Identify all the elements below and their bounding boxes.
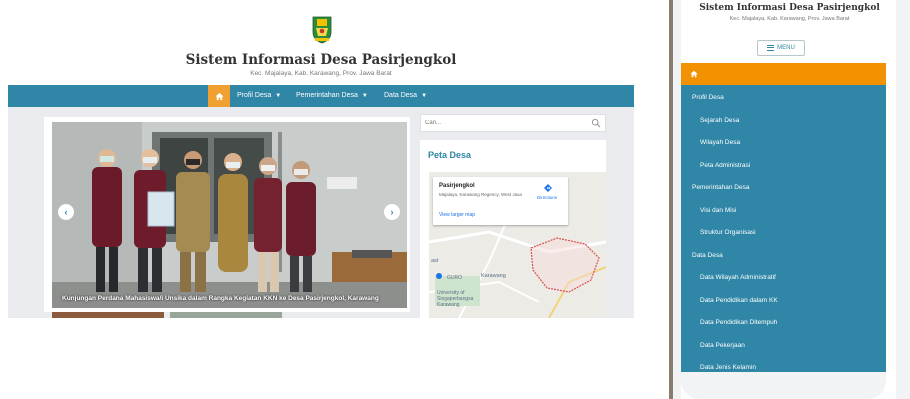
desktop-view: Sistem Informasi Desa Pasirjengkol Kec. … [8, 8, 634, 318]
site-header: Sistem Informasi Desa Pasirjengkol Kec. … [8, 8, 634, 84]
photo-background-edge [669, 0, 673, 399]
embedded-map[interactable]: ast GURO Karawang University of Singaper… [429, 172, 606, 318]
map-directions-link[interactable]: Directions [537, 195, 557, 200]
mobile-nav-home[interactable] [681, 63, 886, 85]
directions-icon[interactable] [543, 183, 553, 193]
chevron-down-icon: ▼ [275, 93, 282, 99]
search-icon[interactable] [591, 118, 601, 128]
nav-item-pemerintahan-desa[interactable]: Pemerintahan Desa ▼ [296, 85, 368, 107]
hamburger-icon [767, 45, 775, 51]
map-label-karawang: Karawang [481, 273, 506, 279]
mobile-menu-section[interactable]: Pemerintahan Desa [681, 177, 886, 199]
home-icon [690, 70, 698, 78]
site-title: Sistem Informasi Desa Pasirjengkol [185, 52, 457, 68]
map-label-guro: GURO [447, 275, 462, 281]
nav-item-profil-desa[interactable]: Profil Desa ▼ [237, 85, 281, 107]
view-larger-map-link[interactable]: View larger map [439, 212, 475, 218]
map-place-card: Pasirjengkol Majalaya, Karawang Regency,… [433, 177, 568, 225]
news-slider: Kunjungan Perdana Mahasiswa/i Unsika dal… [44, 117, 410, 312]
slider-thumbnails [52, 312, 302, 318]
mobile-menu-item[interactable]: Struktur Organisasi [681, 222, 886, 244]
slide-photo[interactable]: Kunjungan Perdana Mahasiswa/i Unsika dal… [52, 122, 407, 308]
slider-thumbnail[interactable] [170, 312, 282, 318]
map-label-east: ast [431, 258, 439, 264]
search-box [420, 114, 606, 132]
mobile-menu-item[interactable]: Data Pendidikan dalam KK [681, 290, 886, 312]
map-label-university: University of Singaperbangsa Karawang [437, 290, 474, 308]
chevron-left-icon: ‹ [64, 207, 68, 217]
slide-caption[interactable]: Kunjungan Perdana Mahasiswa/i Unsika dal… [62, 295, 379, 302]
nav-item-data-desa[interactable]: Data Desa ▼ [384, 85, 427, 107]
mobile-nav-menu: Profil Desa Sejarah Desa Wilayah Desa Peta … [681, 63, 886, 381]
chevron-down-icon: ▼ [421, 93, 428, 99]
mobile-menu-label: MENU [777, 45, 795, 51]
search-input[interactable] [425, 117, 575, 129]
map-widget: Peta Desa ast GURO Karawang University o… [420, 140, 606, 318]
group-photo-image [52, 122, 407, 308]
mobile-menu-item[interactable]: Data Pekerjaan [681, 335, 886, 357]
home-icon [214, 92, 224, 100]
nav-home-button[interactable] [208, 85, 230, 107]
mobile-menu-section[interactable]: Profil Desa [681, 87, 886, 109]
mobile-menu-item[interactable]: Visi dan Misi [681, 200, 886, 222]
mobile-menu-item[interactable]: Peta Administrasi [681, 155, 886, 177]
mobile-menu-item[interactable]: Data Pendidikan Ditempuh [681, 312, 886, 334]
mobile-frame-bottom [681, 372, 886, 399]
map-place-address: Majalaya, Karawang Regency, West Java [439, 192, 522, 197]
chevron-right-icon: › [390, 207, 394, 217]
nav-item-label: Profil Desa [237, 92, 272, 99]
slider-thumbnail[interactable] [52, 312, 164, 318]
chevron-down-icon: ▼ [361, 93, 368, 99]
mobile-site-subtitle: Kec. Majalaya, Kab. Karawang, Prov. Jawa… [729, 16, 850, 22]
mobile-menu-item[interactable]: Sejarah Desa [681, 110, 886, 132]
main-navbar: Profil Desa ▼ Pemerintahan Desa ▼ Data Des… [8, 85, 634, 107]
nav-item-label: Pemerintahan Desa [296, 92, 358, 99]
mobile-menu-button[interactable]: MENU [757, 40, 805, 56]
mobile-site-title: Sistem Informasi Desa Pasirjengkol [699, 3, 880, 13]
mobile-menu-item[interactable]: Wilayah Desa [681, 132, 886, 154]
map-widget-title: Peta Desa [428, 150, 472, 160]
site-subtitle: Kec. Majalaya, Kab. Karawang, Prov. Jawa… [250, 70, 392, 77]
slider-prev-button[interactable]: ‹ [58, 204, 74, 220]
mobile-menu-item[interactable]: Data Wilayah Administratif [681, 267, 886, 289]
map-place-name: Pasirjengkol [439, 183, 475, 189]
sidebar: Peta Desa ast GURO Karawang University o… [420, 114, 626, 318]
nav-item-label: Data Desa [384, 92, 418, 99]
village-emblem-icon[interactable] [311, 14, 333, 44]
mobile-view: Sistem Informasi Desa Pasirjengkol Kec. … [669, 0, 910, 399]
mobile-menu-section[interactable]: Data Desa [681, 245, 886, 267]
slider-next-button[interactable]: › [384, 204, 400, 220]
